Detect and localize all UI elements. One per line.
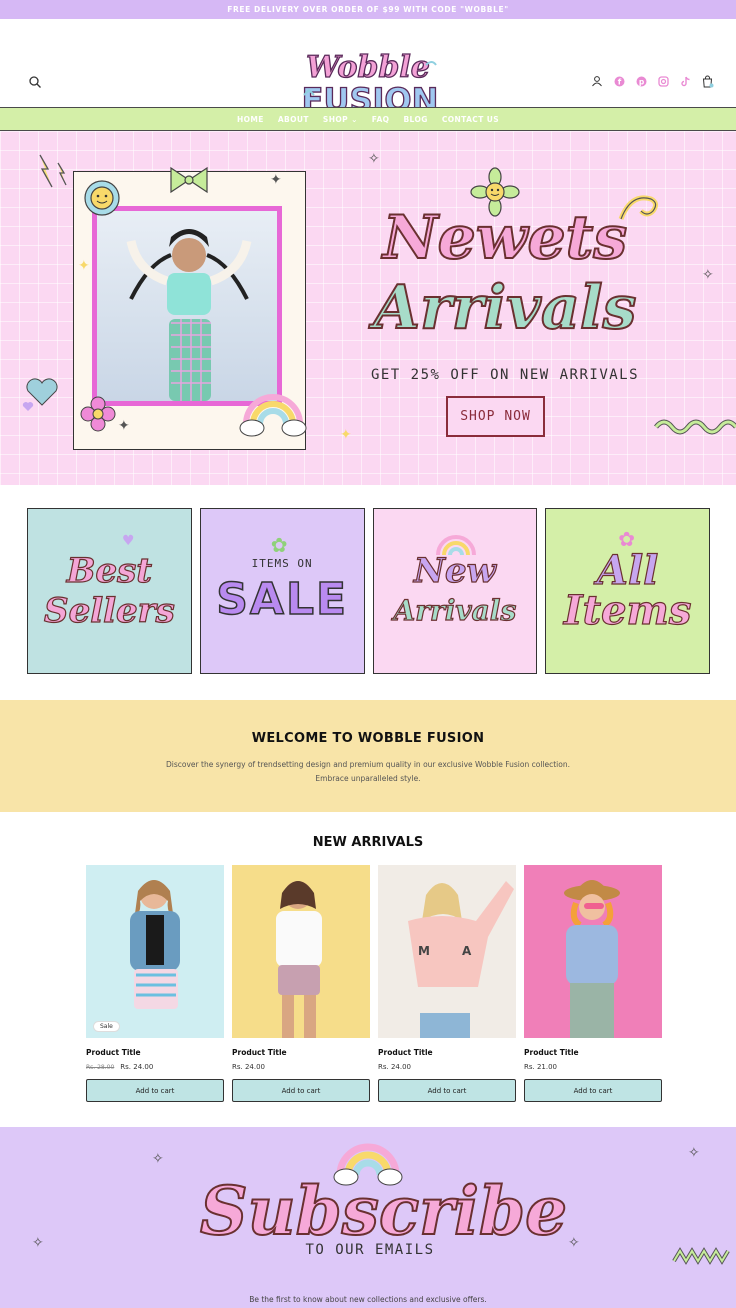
- product-grid: Sale Product Title Rs. 28.00 Rs. 24.00 Ad…: [86, 865, 662, 1102]
- subscribe-description: Be the first to know about new collectio…: [249, 1295, 487, 1304]
- category-all-items[interactable]: ✿ All Items: [545, 508, 710, 674]
- category-on-sale-label: ITEMS ON: [251, 557, 313, 570]
- svg-text:f: f: [617, 77, 621, 86]
- logo-line1: Wobble: [306, 50, 430, 85]
- search-icon[interactable]: [28, 74, 42, 88]
- welcome-text-line1: Discover the synergy of trendsetting des…: [166, 760, 570, 769]
- product-image[interactable]: [232, 865, 370, 1038]
- hero-photo-frame: ✦ ✦ ✦: [73, 166, 307, 450]
- product-sale-price: Rs. 24.00: [120, 1063, 154, 1071]
- product-card[interactable]: Sale Product Title Rs. 28.00 Rs. 24.00 Ad…: [86, 865, 224, 1102]
- sparkle-icon: ✧: [702, 267, 714, 283]
- category-tiles: ♥ Best Sellers ✿ ITEMS ON SALE New Arriv…: [27, 508, 710, 674]
- site-header: Wobble FUSION f p: [0, 19, 736, 120]
- sparkle-icon: ✦: [340, 427, 352, 443]
- welcome-section: WELCOME TO WOBBLE FUSION Discover the sy…: [0, 700, 736, 812]
- category-new-arrivals[interactable]: New Arrivals: [372, 508, 538, 674]
- squiggle-icon: [654, 419, 736, 435]
- sparkle-icon: ✧: [368, 151, 380, 167]
- announcement-bar: FREE DELIVERY OVER ORDER OF $99 WITH COD…: [0, 0, 736, 19]
- product-price: Rs. 24.00: [232, 1063, 266, 1071]
- lightning-icon: [39, 154, 67, 188]
- product-image[interactable]: [524, 865, 662, 1038]
- subscribe-title: Subscribe: [199, 1171, 568, 1251]
- nav-contact[interactable]: CONTACT US: [442, 115, 499, 124]
- product-card[interactable]: M A Product Title Rs. 24.00 Add to cart: [378, 865, 516, 1102]
- add-to-cart-button[interactable]: Add to cart: [86, 1079, 224, 1102]
- nav-home[interactable]: HOME: [237, 115, 264, 124]
- hero-model-photo: [92, 206, 282, 406]
- product-image[interactable]: M A: [378, 865, 516, 1038]
- sparkle-icon: ✦: [78, 258, 90, 274]
- sparkle-icon: ✧: [568, 1235, 580, 1251]
- category-all-items-line2: Items: [563, 587, 692, 634]
- hero-title-line2: Arrivals: [373, 272, 638, 344]
- product-card[interactable]: Product Title Rs. 24.00 Add to cart: [232, 865, 370, 1102]
- product-title[interactable]: Product Title: [232, 1048, 370, 1057]
- account-icon[interactable]: [590, 74, 604, 88]
- hearts-icon: [22, 378, 58, 411]
- daisy-icon: ✿: [270, 533, 288, 557]
- category-best-sellers-line2: Sellers: [43, 590, 175, 631]
- header-icons: f p: [590, 74, 714, 88]
- tiktok-icon[interactable]: [678, 74, 692, 88]
- category-best-sellers[interactable]: ♥ Best Sellers: [27, 508, 192, 674]
- sparkle-icon: ✦: [118, 418, 130, 434]
- welcome-text: Discover the synergy of trendsetting des…: [0, 758, 736, 786]
- zigzag-icon: [672, 1247, 730, 1265]
- product-image[interactable]: Sale: [86, 865, 224, 1038]
- add-to-cart-button[interactable]: Add to cart: [378, 1079, 516, 1102]
- hero-subtitle: GET 25% OFF ON NEW ARRIVALS: [370, 367, 640, 383]
- hero-title: Newets Arrivals: [360, 202, 650, 344]
- sparkle-icon: ✦: [270, 172, 282, 188]
- smiley-flower-icon: [84, 180, 120, 216]
- category-best-sellers-line1: Best: [66, 550, 152, 591]
- heart-icon: ♥: [122, 533, 135, 549]
- rainbow-icon: [435, 535, 476, 556]
- category-on-sale-title: SALE: [215, 573, 349, 626]
- category-on-sale[interactable]: ✿ ITEMS ON SALE: [199, 508, 365, 674]
- category-new-arrivals-line2: Arrivals: [393, 593, 517, 627]
- shop-now-button[interactable]: SHOP NOW: [446, 396, 545, 437]
- add-to-cart-button[interactable]: Add to cart: [232, 1079, 370, 1102]
- product-price: Rs. 21.00: [524, 1063, 558, 1071]
- svg-text:p: p: [638, 77, 644, 86]
- product-price: Rs. 24.00: [378, 1063, 412, 1071]
- product-title[interactable]: Product Title: [524, 1048, 662, 1057]
- product-old-price: Rs. 28.00: [86, 1064, 115, 1071]
- sparkle-icon: ✧: [152, 1151, 164, 1167]
- welcome-text-line2: Embrace unparalleled style.: [315, 774, 421, 783]
- sparkle-icon: ✧: [32, 1235, 44, 1251]
- nav-faq[interactable]: FAQ: [372, 115, 390, 124]
- product-card[interactable]: Product Title Rs. 21.00 Add to cart: [524, 865, 662, 1102]
- cart-icon[interactable]: [700, 74, 714, 88]
- product-title[interactable]: Product Title: [86, 1048, 224, 1057]
- bow-icon: [170, 166, 208, 194]
- instagram-icon[interactable]: [656, 74, 670, 88]
- svg-text:A: A: [462, 944, 472, 958]
- sale-badge: Sale: [93, 1021, 120, 1032]
- svg-text:M: M: [418, 944, 430, 958]
- sparkle-icon: ✧: [688, 1145, 700, 1161]
- product-price: Rs. 28.00 Rs. 24.00: [86, 1063, 224, 1071]
- hero-banner: ✦ ✦ ✦ ✧ ✧ ✦ Newets Arrivals GET 25% OFF …: [0, 131, 736, 485]
- pinterest-icon[interactable]: p: [634, 74, 648, 88]
- product-title[interactable]: Product Title: [378, 1048, 516, 1057]
- facebook-icon[interactable]: f: [612, 74, 626, 88]
- flower-icon: [80, 396, 116, 432]
- rainbow-icon: [239, 394, 307, 437]
- nav-blog[interactable]: BLOG: [403, 115, 427, 124]
- flower-icon: ✿: [618, 527, 636, 551]
- nav-shop[interactable]: SHOP ⌄: [323, 115, 358, 124]
- hero-title-line1: Newets: [382, 202, 628, 274]
- add-to-cart-button[interactable]: Add to cart: [524, 1079, 662, 1102]
- welcome-title: WELCOME TO WOBBLE FUSION: [251, 731, 485, 746]
- category-all-items-line1: All: [596, 547, 659, 594]
- subscribe-subtitle: TO OUR EMAILS: [305, 1242, 435, 1258]
- main-nav: HOME ABOUT SHOP ⌄ FAQ BLOG CONTACT US: [0, 107, 736, 131]
- new-arrivals-title: NEW ARRIVALS: [312, 835, 424, 850]
- subscribe-section: ✧ ✧ ✧ ✧ Subscribe TO OUR EMAILS Be the f…: [0, 1127, 736, 1308]
- category-new-arrivals-line1: New: [413, 550, 496, 591]
- nav-about[interactable]: ABOUT: [278, 115, 309, 124]
